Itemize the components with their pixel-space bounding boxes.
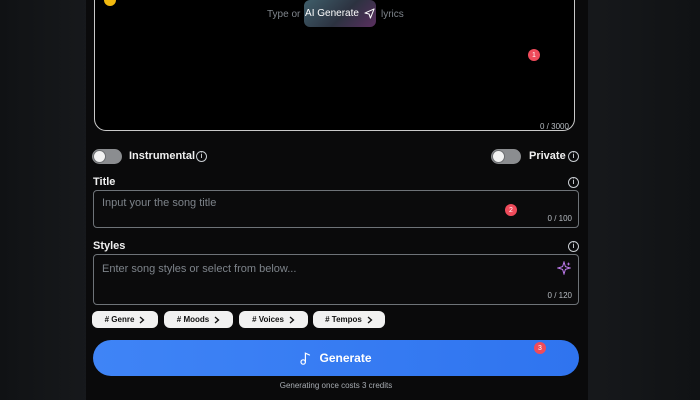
generate-button[interactable]: Generate <box>93 340 579 376</box>
step-badge-3: 3 <box>534 342 546 354</box>
chip-voices[interactable]: # Voices <box>239 311 308 328</box>
send-icon <box>364 8 375 19</box>
chevron-right-icon <box>367 316 373 323</box>
generate-label: Generate <box>319 351 372 365</box>
sparkle-icon[interactable] <box>557 261 571 275</box>
styles-section-label: Styles <box>93 240 126 252</box>
instrumental-toggle[interactable] <box>92 149 122 164</box>
music-note-icon <box>300 351 311 365</box>
chip-label: # Genre <box>104 315 135 324</box>
lyrics-hint-suffix: lyrics <box>381 8 404 20</box>
right-backdrop <box>580 0 700 400</box>
chevron-right-icon <box>214 316 220 323</box>
chevron-right-icon <box>139 316 145 323</box>
title-section-label: Title <box>93 176 116 188</box>
lyrics-counter: 0 / 3000 <box>540 122 569 131</box>
chip-label: # Voices <box>252 315 284 324</box>
toggle-knob <box>94 151 105 162</box>
styles-info-icon[interactable]: i <box>568 241 579 252</box>
styles-input[interactable] <box>100 261 544 285</box>
chip-label: # Tempos <box>325 315 362 324</box>
lyrics-hint-prefix: Type or <box>267 8 301 20</box>
chevron-right-icon <box>289 316 295 323</box>
chip-tempos[interactable]: # Tempos <box>313 311 385 328</box>
toggle-knob <box>493 151 504 162</box>
instrumental-label: Instrumental <box>129 150 196 162</box>
cost-note: Generating once costs 3 credits <box>279 381 393 390</box>
left-backdrop <box>0 0 90 400</box>
chip-label: # Moods <box>176 315 210 324</box>
styles-counter: 0 / 120 <box>547 291 572 300</box>
step-badge-2: 2 <box>505 204 517 216</box>
step-badge-1: 1 <box>528 49 540 61</box>
styles-field[interactable]: 0 / 120 <box>93 254 579 305</box>
chip-genre[interactable]: # Genre <box>92 311 158 328</box>
title-input[interactable] <box>100 196 544 210</box>
ai-generate-button[interactable]: AI Generate <box>304 0 376 27</box>
private-label: Private <box>529 150 566 162</box>
private-info-icon[interactable]: i <box>568 151 579 162</box>
title-counter: 0 / 100 <box>547 214 572 223</box>
chip-moods[interactable]: # Moods <box>164 311 233 328</box>
instrumental-info-icon[interactable]: i <box>196 151 207 162</box>
private-toggle[interactable] <box>491 149 521 164</box>
ai-generate-label: AI Generate <box>305 8 359 19</box>
title-info-icon[interactable]: i <box>568 177 579 188</box>
